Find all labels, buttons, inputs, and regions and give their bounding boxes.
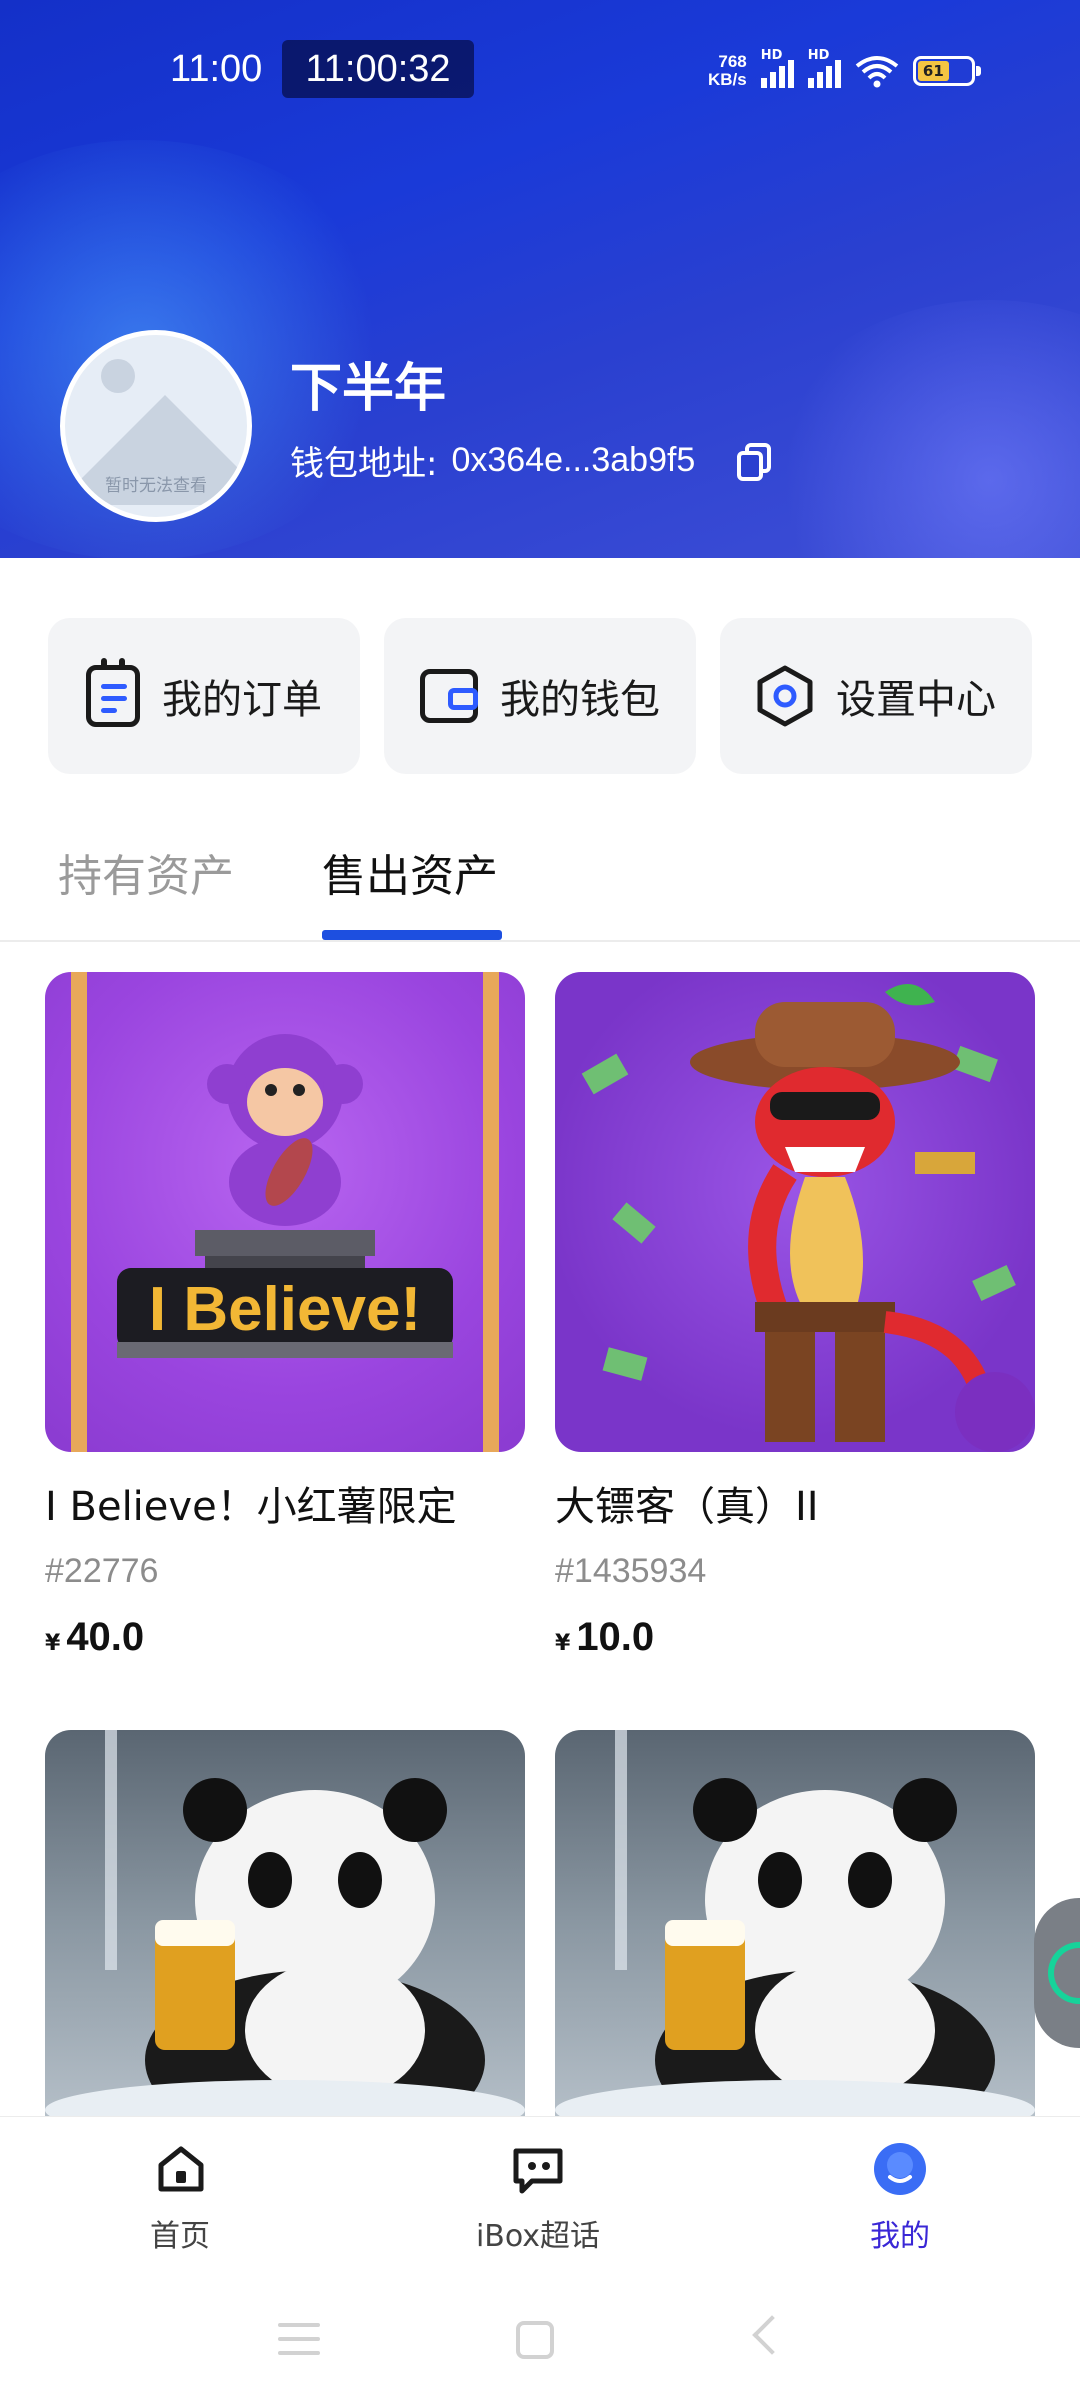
network-speed-unit: KB/s [708, 70, 747, 89]
floating-button-icon [1048, 1942, 1080, 2004]
avatar[interactable]: 暂时无法查看 [60, 330, 252, 522]
wifi-icon [855, 56, 898, 88]
nav-item-me[interactable]: 我的 [800, 2141, 1000, 2255]
profile-header: 11:00 11:00:32 768 KB/s HD HD 61 暂时无法查看 … [0, 0, 1080, 558]
tab-sold-assets[interactable]: 售出资产 [322, 840, 498, 904]
wallet-address: 0x364e...3ab9f5 [451, 441, 696, 479]
asset-price: ¥ 40.0 [45, 1615, 525, 1660]
asset-card[interactable]: 大镖客（真）II #1435934 ¥ 10.0 [555, 972, 1035, 1660]
my-orders-label: 我的订单 [162, 677, 322, 723]
currency-symbol: ¥ [45, 1631, 61, 1656]
calendar-order-icon [86, 658, 140, 727]
avatar-placeholder-text: 暂时无法查看 [105, 476, 207, 496]
status-time: 11:00 [170, 48, 263, 90]
asset-id: #22776 [45, 1552, 159, 1590]
settings-center-label: 设置中心 [836, 677, 996, 723]
my-orders-button[interactable]: 我的订单 [48, 618, 360, 774]
price-value: 40.0 [66, 1615, 145, 1659]
status-clock: 11:00:32 [282, 40, 474, 98]
home-icon [153, 2141, 207, 2195]
nav-label-home: 首页 [150, 2219, 210, 2254]
my-wallet-button[interactable]: 我的钱包 [384, 618, 696, 774]
asset-name: I Believe！小红薯限定 [45, 1484, 457, 1530]
status-bar: 11:00 11:00:32 768 KB/s HD HD 61 [0, 40, 1080, 100]
asset-name: 大镖客（真）II [555, 1484, 819, 1530]
chat-icon [510, 2148, 566, 2201]
username: 下半年 [290, 359, 447, 419]
hexagon-settings-icon [756, 665, 814, 727]
monkey-banner-text: I Believe! [148, 1275, 422, 1344]
battery-level: 61 [917, 61, 949, 81]
profile-icon [872, 2143, 928, 2201]
floating-side-button[interactable] [1034, 1898, 1080, 2048]
avatar-placeholder-sun [101, 359, 135, 393]
signal-icon: HD [760, 48, 794, 88]
system-navigation [0, 2301, 1080, 2381]
settings-center-button[interactable]: 设置中心 [720, 618, 1032, 774]
tab-held-assets[interactable]: 持有资产 [58, 840, 234, 904]
nav-label-me: 我的 [870, 2219, 930, 2254]
asset-price: ¥ 10.0 [555, 1615, 1035, 1660]
recent-apps-icon[interactable] [278, 2323, 320, 2355]
panda-beer-artwork [45, 1730, 525, 2150]
bottom-navigation: 首页 iBox超话 我的 [0, 2116, 1080, 2400]
wallet-label: 钱包地址: [290, 444, 438, 484]
asset-tabs: 持有资产 售出资产 [0, 830, 1080, 942]
signal-icon: HD [807, 48, 841, 88]
asset-image-monkey: I Believe! [45, 972, 525, 1452]
snake-cowboy-artwork [581, 984, 1035, 1452]
my-wallet-label: 我的钱包 [500, 677, 660, 723]
system-home-icon[interactable] [516, 2321, 554, 2359]
copy-icon[interactable] [735, 441, 775, 481]
network-speed-value: 768 [718, 52, 747, 71]
system-back-icon[interactable] [752, 2315, 792, 2355]
nav-label-ibox: iBox超话 [475, 2219, 601, 2254]
currency-symbol: ¥ [555, 1631, 571, 1656]
nav-item-ibox[interactable]: iBox超话 [438, 2141, 638, 2255]
asset-image-snake [555, 972, 1035, 1452]
network-speed: 768 KB/s [708, 53, 747, 89]
battery-icon: 61 [912, 56, 981, 86]
status-indicators: 768 KB/s HD HD 61 [708, 46, 981, 96]
wallet-icon [420, 669, 478, 723]
monkey-artwork [71, 972, 499, 1452]
asset-card[interactable]: I Believe! I Believe！小红薯限定 #22776 ¥ 40.0 [45, 972, 525, 1660]
asset-id: #1435934 [555, 1552, 707, 1590]
active-tab-indicator [322, 930, 502, 940]
wallet-address-row: 钱包地址: 0x364e...3ab9f5 [290, 436, 775, 485]
price-value: 10.0 [576, 1615, 655, 1659]
panda-beer-artwork [555, 1730, 1035, 2150]
nav-item-home[interactable]: 首页 [80, 2141, 280, 2255]
header-glow [760, 300, 1080, 558]
quick-actions: 我的订单 我的钱包 设置中心 [48, 618, 1032, 774]
